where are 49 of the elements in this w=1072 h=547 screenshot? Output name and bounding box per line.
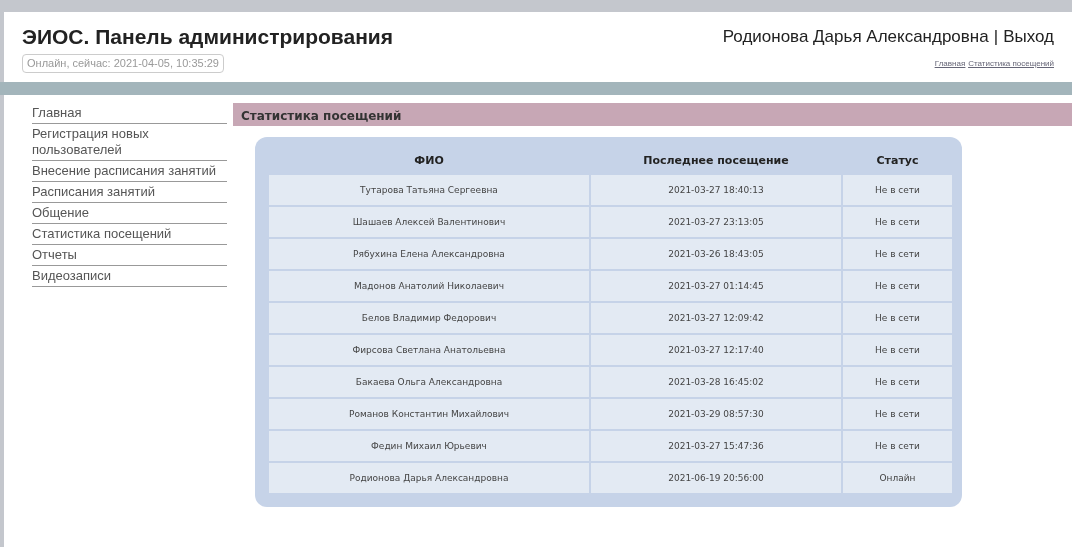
table-cell: 2021-03-27 01:14:45 (591, 271, 841, 301)
table-cell: Рябухина Елена Александровна (269, 239, 589, 269)
table-cell: Не в сети (843, 175, 952, 205)
sidebar-item[interactable]: Статистика посещений (32, 224, 227, 245)
table-cell: Не в сети (843, 207, 952, 237)
table-cell: Фирсова Светлана Анатольевна (269, 335, 589, 365)
table-cell: 2021-03-26 18:43:05 (591, 239, 841, 269)
table-cell: Не в сети (843, 367, 952, 397)
sidebar-item[interactable]: Расписания занятий (32, 182, 227, 203)
sidebar-item[interactable]: Регистрация новых пользователей (32, 124, 227, 161)
logout-link[interactable]: Выход (1003, 24, 1054, 50)
table-cell: Тутарова Татьяна Сергеевна (269, 175, 589, 205)
separator: | (993, 26, 999, 48)
sidebar-item[interactable]: Главная (32, 103, 227, 124)
user-name: Родионова Дарья Александровна (722, 26, 989, 48)
sidebar-item[interactable]: Видеозаписи (32, 266, 227, 287)
table-cell: 2021-03-27 23:13:05 (591, 207, 841, 237)
breadcrumb-link[interactable]: Статистика посещений (968, 57, 1054, 70)
sidebar-item[interactable]: Внесение расписания занятий (32, 161, 227, 182)
table-cell: Не в сети (843, 271, 952, 301)
table-cell: Бакаева Ольга Александровна (269, 367, 589, 397)
table-cell: Не в сети (843, 335, 952, 365)
table-cell: 2021-03-27 12:17:40 (591, 335, 841, 365)
table-cell: Не в сети (843, 399, 952, 429)
section-header: Статистика посещений (233, 103, 1072, 126)
table-cell: Федин Михаил Юрьевич (269, 431, 589, 461)
table-cell: 2021-06-19 20:56:00 (591, 463, 841, 493)
app-title: ЭИОС. Панель администрирования (22, 24, 393, 50)
table-cell: 2021-03-27 12:09:42 (591, 303, 841, 333)
table-cell: Не в сети (843, 239, 952, 269)
table-cell: Не в сети (843, 303, 952, 333)
table-cell: 2021-03-27 15:47:36 (591, 431, 841, 461)
table-cell: Родионова Дарья Александровна (269, 463, 589, 493)
table-cell: 2021-03-29 08:57:30 (591, 399, 841, 429)
table-cell: Онлайн (843, 463, 952, 493)
sidebar-item[interactable]: Отчеты (32, 245, 227, 266)
table-cell: Не в сети (843, 431, 952, 461)
table-cell: Шашаев Алексей Валентинович (269, 207, 589, 237)
table-cell: Мадонов Анатолий Николаевич (269, 271, 589, 301)
online-status: Онлайн, сейчас: 2021-04-05, 10:35:29 (22, 54, 224, 73)
table-cell: 2021-03-27 18:40:13 (591, 175, 841, 205)
column-header: Статус (875, 153, 920, 169)
column-header: ФИО (413, 153, 445, 169)
table-cell: 2021-03-28 16:45:02 (591, 367, 841, 397)
sidebar-item[interactable]: Общение (32, 203, 227, 224)
column-header: Последнее посещение (642, 153, 790, 169)
table-cell: Романов Константин Михайлович (269, 399, 589, 429)
breadcrumb-link[interactable]: Главная (934, 57, 966, 70)
table-cell: Белов Владимир Федорович (269, 303, 589, 333)
